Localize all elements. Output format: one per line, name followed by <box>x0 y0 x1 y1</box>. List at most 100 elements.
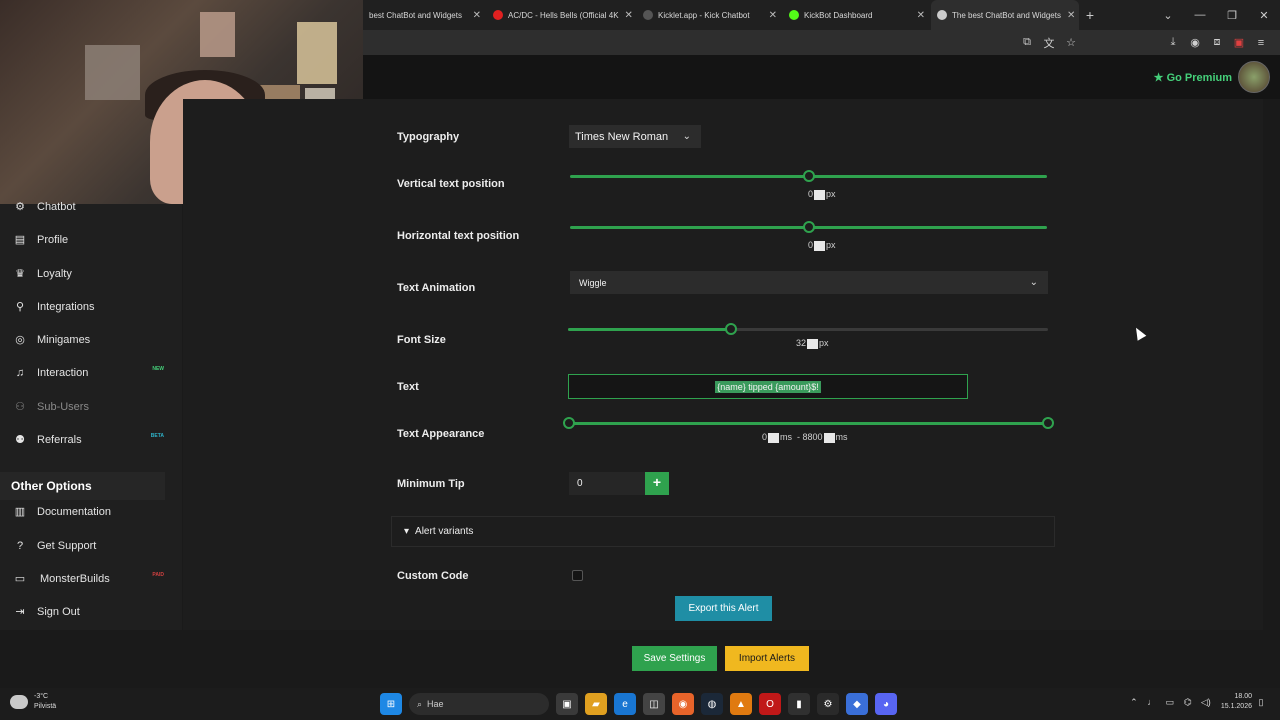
tab-the-best-chatbot[interactable]: The best ChatBot and Widgets ✕ <box>931 0 1079 30</box>
font-size-value[interactable]: 32 px <box>796 338 829 349</box>
sidebar-item-loyalty[interactable]: ♛ Loyalty <box>14 264 164 284</box>
text-appearance-end-thumb[interactable] <box>1042 417 1054 429</box>
vlc-icon[interactable]: ▲ <box>730 693 752 715</box>
sidebar-item-monsterbuilds[interactable]: ▭ MonsterBuilds PAID <box>14 569 164 589</box>
tab-list-icon[interactable]: ⌄ <box>1152 9 1184 22</box>
number-stepper[interactable] <box>807 338 819 349</box>
display-icon[interactable]: ▭ <box>1161 697 1179 708</box>
text-appearance-start-thumb[interactable] <box>563 417 575 429</box>
text-appearance-track[interactable] <box>569 422 1049 425</box>
number-stepper[interactable] <box>823 432 835 443</box>
sidebar-item-label: Loyalty <box>37 268 72 280</box>
new-tab-button[interactable]: + <box>1079 7 1101 23</box>
sidebar-item-label: Integrations <box>37 301 95 313</box>
install-app-icon[interactable]: ⧉ <box>1016 36 1038 49</box>
close-tab-icon[interactable]: ✕ <box>619 10 633 21</box>
menu-icon[interactable]: ≡ <box>1250 37 1272 49</box>
horizontal-position-thumb[interactable] <box>802 221 815 233</box>
sidebar-item-profile[interactable]: ▤ Profile <box>14 230 164 250</box>
custom-code-checkbox[interactable] <box>572 570 583 581</box>
system-tray: ⌃ ♩ ▭ ⌬ ◁) 18.00 15.1.2026 ▯ <box>1125 692 1270 712</box>
alert-text-input[interactable]: {name} tipped {amount}$! <box>568 374 968 399</box>
vertical-position-number: 0 <box>808 189 814 199</box>
sidebar-item-documentation[interactable]: ▥ Documentation <box>14 502 164 522</box>
go-premium-label: Go Premium <box>1166 72 1232 84</box>
screen: best ChatBot and Widgets ✕ AC/DC - Hells… <box>0 0 1280 720</box>
tab-title: best ChatBot and Widgets <box>369 10 462 20</box>
alert-variants-toggle[interactable]: ▾ Alert variants <box>391 516 1055 547</box>
windows-start-icon[interactable]: ⊞ <box>380 693 402 715</box>
close-window-button[interactable]: ✕ <box>1248 9 1280 22</box>
sidebar-item-get-support[interactable]: ? Get Support <box>14 536 164 556</box>
sidebar-item-chatbot[interactable]: ⚙ Chatbot <box>14 197 164 217</box>
tab-kickbot-dashboard[interactable]: KickBot Dashboard ✕ <box>783 0 931 30</box>
vertical-position-value[interactable]: 0 px <box>808 189 836 200</box>
sidebar-item-interaction[interactable]: ♫ Interaction NEW <box>14 363 164 383</box>
notification-icon[interactable]: ▯ <box>1252 697 1270 708</box>
settings-gear-icon[interactable]: ⚙ <box>817 693 839 715</box>
close-tab-icon[interactable]: ✕ <box>911 10 925 21</box>
extension-badge-icon[interactable]: ▣ <box>1228 36 1250 49</box>
sidebar-item-referrals[interactable]: ⚉ Referrals BETA <box>14 430 164 450</box>
volume-icon[interactable]: ◁) <box>1197 697 1215 708</box>
discord-icon[interactable]: ◕ <box>875 693 897 715</box>
network-icon[interactable]: ⌬ <box>1179 697 1197 708</box>
horizontal-position-value[interactable]: 0 px <box>808 240 836 251</box>
save-settings-button[interactable]: Save Settings <box>632 646 717 671</box>
plus-icon[interactable]: + <box>653 474 661 490</box>
sidebar-item-sign-out[interactable]: ⇥ Sign Out <box>14 602 164 622</box>
store-icon[interactable]: ◫ <box>643 693 665 715</box>
minimum-tip-stepper[interactable]: + <box>645 472 669 495</box>
new-badge: NEW <box>152 366 164 372</box>
number-stepper[interactable] <box>814 189 826 200</box>
minimize-button[interactable]: — <box>1184 9 1216 21</box>
text-appearance-value[interactable]: 0 ms - 8800 ms <box>762 432 848 443</box>
typography-select[interactable]: Times New Roman ⌄ <box>569 125 701 148</box>
file-explorer-icon[interactable]: ▰ <box>585 693 607 715</box>
clock[interactable]: 18.00 15.1.2026 <box>1221 692 1252 712</box>
go-premium-link[interactable]: ★ Go Premium <box>1154 71 1232 84</box>
kickbot-dashboard-icon <box>789 10 799 20</box>
sidebar-item-minigames[interactable]: ◎ Minigames <box>14 330 164 350</box>
sidebar-item-label: Referrals <box>37 434 82 446</box>
appearance-end-number: 8800 <box>802 432 823 442</box>
import-alerts-button[interactable]: Import Alerts <box>725 646 809 671</box>
terminal-icon[interactable]: ▮ <box>788 693 810 715</box>
translate-icon[interactable]: 文 <box>1038 35 1060 51</box>
export-alert-button[interactable]: Export this Alert <box>675 596 772 621</box>
close-tab-icon[interactable]: ✕ <box>467 10 481 21</box>
weather-widget[interactable]: -3°C Pilvistä <box>10 692 56 712</box>
edge-icon[interactable]: e <box>614 693 636 715</box>
steam-icon[interactable]: ◍ <box>701 693 723 715</box>
tab-acdc[interactable]: AC/DC - Hells Bells (Official 4K ✕ <box>487 0 637 30</box>
beta-badge: BETA <box>150 433 164 439</box>
bookmark-star-icon[interactable]: ☆ <box>1060 36 1082 49</box>
tab-kicklet[interactable]: Kicklet.app - Kick Chatbot ✕ <box>637 0 783 30</box>
unit-label: px <box>826 189 836 199</box>
tab-best-chatbot[interactable]: best ChatBot and Widgets ✕ <box>363 0 487 30</box>
download-icon[interactable]: ⤓ <box>1162 36 1184 49</box>
taskbar-search[interactable]: ⌕ Hae <box>409 693 549 715</box>
extensions-icon[interactable]: ⧈ <box>1206 36 1228 49</box>
opera-icon[interactable]: O <box>759 693 781 715</box>
task-view-icon[interactable]: ▣ <box>556 693 578 715</box>
sidebar-item-label: Get Support <box>37 540 97 552</box>
close-tab-icon[interactable]: ✕ <box>1061 10 1075 21</box>
minimum-tip-input[interactable]: 0 <box>569 472 645 495</box>
sidebar-item-integrations[interactable]: ⚲ Integrations <box>14 297 164 317</box>
app-icon[interactable]: ◆ <box>846 693 868 715</box>
profile-icon[interactable]: ◉ <box>1184 36 1206 49</box>
vertical-position-thumb[interactable] <box>802 170 815 182</box>
sidebar-item-sub-users[interactable]: ⚇ Sub-Users <box>14 397 164 417</box>
number-stepper[interactable] <box>814 240 826 251</box>
microphone-icon[interactable]: ♩ <box>1143 697 1161 707</box>
sign-out-icon: ⇥ <box>15 606 25 618</box>
chevron-up-icon[interactable]: ⌃ <box>1125 697 1143 708</box>
user-avatar[interactable] <box>1238 61 1270 93</box>
number-stepper[interactable] <box>768 432 780 443</box>
text-animation-select[interactable]: Wiggle ⌄ <box>570 271 1048 294</box>
firefox-icon[interactable]: ◉ <box>672 693 694 715</box>
close-tab-icon[interactable]: ✕ <box>763 10 777 21</box>
maximize-button[interactable]: ❐ <box>1216 9 1248 22</box>
text-appearance-label: Text Appearance <box>397 428 485 440</box>
